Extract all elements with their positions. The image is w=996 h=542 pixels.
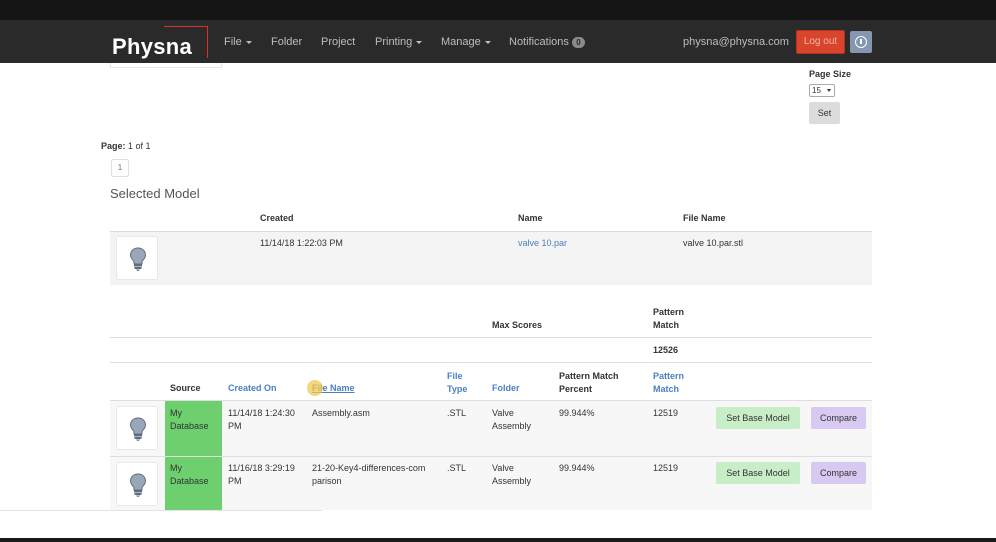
compare-button[interactable]: Compare [811, 462, 866, 484]
column-pattern-match[interactable]: Pattern Match [653, 370, 693, 396]
selected-model-title: Selected Model [110, 186, 200, 201]
table-divider [110, 337, 872, 338]
window-top-bar [0, 0, 996, 20]
nav-file-menu[interactable]: File [224, 36, 252, 48]
row-thumbnail[interactable] [116, 462, 158, 506]
set-base-model-button[interactable]: Set Base Model [716, 462, 800, 484]
selected-header-file-name: File Name [683, 213, 726, 223]
compare-button[interactable]: Compare [811, 407, 866, 429]
row-file-name-link[interactable]: Assembly.asm [312, 407, 432, 420]
set-page-size-button[interactable]: Set [809, 102, 840, 124]
info-icon [855, 36, 867, 48]
pattern-match-max-value: 12526 [653, 345, 679, 355]
selected-name-link[interactable]: valve 10.par [518, 238, 567, 248]
page-label-title: Page: [101, 141, 126, 151]
selected-header-created: Created [260, 213, 294, 223]
lightbulb-icon [129, 247, 147, 271]
row-source: My Database [170, 408, 209, 431]
nav-printing-label: Printing [375, 36, 413, 48]
nav-printing-menu[interactable]: Printing [375, 36, 423, 48]
row-folder-link[interactable]: Valve Assembly [492, 462, 540, 488]
brand-accent [164, 26, 208, 58]
pagination-label: Page: 1 of 1 [101, 141, 151, 151]
faint-control-edge [110, 63, 222, 68]
chevron-down-icon [484, 40, 491, 44]
logout-button[interactable]: Log out [796, 30, 845, 54]
row-pattern-match: 12519 [653, 408, 679, 418]
row-source: My Database [170, 463, 209, 486]
row-file-name-link[interactable]: 21-20-Key4-differences-comparison [312, 462, 430, 488]
row-folder-link[interactable]: Valve Assembly [492, 407, 540, 433]
nav-folder[interactable]: Folder [271, 36, 302, 48]
row-file-type: .STL [447, 463, 467, 473]
row-created-on: 11/16/18 3:29:19 PM [228, 463, 295, 486]
page-label-value: 1 of 1 [128, 141, 151, 151]
chevron-down-icon [416, 40, 423, 44]
pagination-page-1[interactable]: 1 [111, 159, 129, 177]
row-pattern-match: 12519 [653, 463, 679, 473]
selected-created: 11/14/18 1:22:03 PM [260, 238, 343, 248]
row-thumbnail[interactable] [116, 406, 158, 450]
column-pattern-match-percent: Pattern Match Percent [559, 371, 619, 394]
cursor-highlight [307, 380, 323, 396]
column-file-type[interactable]: File Type [447, 370, 477, 396]
selected-header-name: Name [518, 213, 543, 223]
nav-manage-label: Manage [441, 36, 481, 48]
selected-file-name: valve 10.par.stl [683, 238, 744, 248]
row-created-on: 11/14/18 1:24:30 PM [228, 408, 295, 431]
brand-logo[interactable]: Physna [112, 26, 208, 60]
selected-model-thumbnail[interactable] [116, 236, 158, 280]
nav-file-label: File [224, 36, 242, 48]
page-size-label: Page Size [809, 69, 852, 79]
row-file-type: .STL [447, 408, 467, 418]
nav-project-label: Project [321, 36, 356, 48]
max-scores-label: Max Scores [492, 320, 543, 330]
column-source: Source [170, 383, 201, 393]
pattern-match-max-label: Pattern Match [653, 307, 685, 330]
lightbulb-icon [129, 473, 147, 497]
page-size-value: 15 [812, 86, 821, 95]
nav-manage-menu[interactable]: Manage [441, 36, 491, 48]
chevron-down-icon [827, 89, 831, 92]
lightbulb-icon [129, 417, 147, 441]
column-folder[interactable]: Folder [492, 383, 520, 393]
notifications-badge: 0 [571, 36, 585, 48]
set-base-model-button[interactable]: Set Base Model [716, 407, 800, 429]
row-pattern-match-percent: 99.944% [559, 463, 595, 473]
info-button[interactable] [850, 31, 872, 53]
selected-model-row [110, 231, 872, 285]
chevron-down-icon [245, 40, 252, 44]
table-divider [110, 362, 872, 363]
nav-notifications-label: Notifications [509, 36, 569, 48]
column-created-on[interactable]: Created On [228, 383, 277, 393]
user-email: physna@physna.com [683, 36, 789, 48]
nav-notifications[interactable]: Notifications 0 [509, 36, 585, 48]
nav-folder-label: Folder [271, 36, 303, 48]
page-size-select[interactable]: 15 [809, 84, 835, 97]
bottom-divider [0, 510, 322, 511]
nav-project[interactable]: Project [321, 36, 355, 48]
bottom-edge [0, 538, 996, 542]
row-pattern-match-percent: 99.944% [559, 408, 595, 418]
navbar: Physna File Folder Project Printing Mana… [0, 20, 996, 63]
